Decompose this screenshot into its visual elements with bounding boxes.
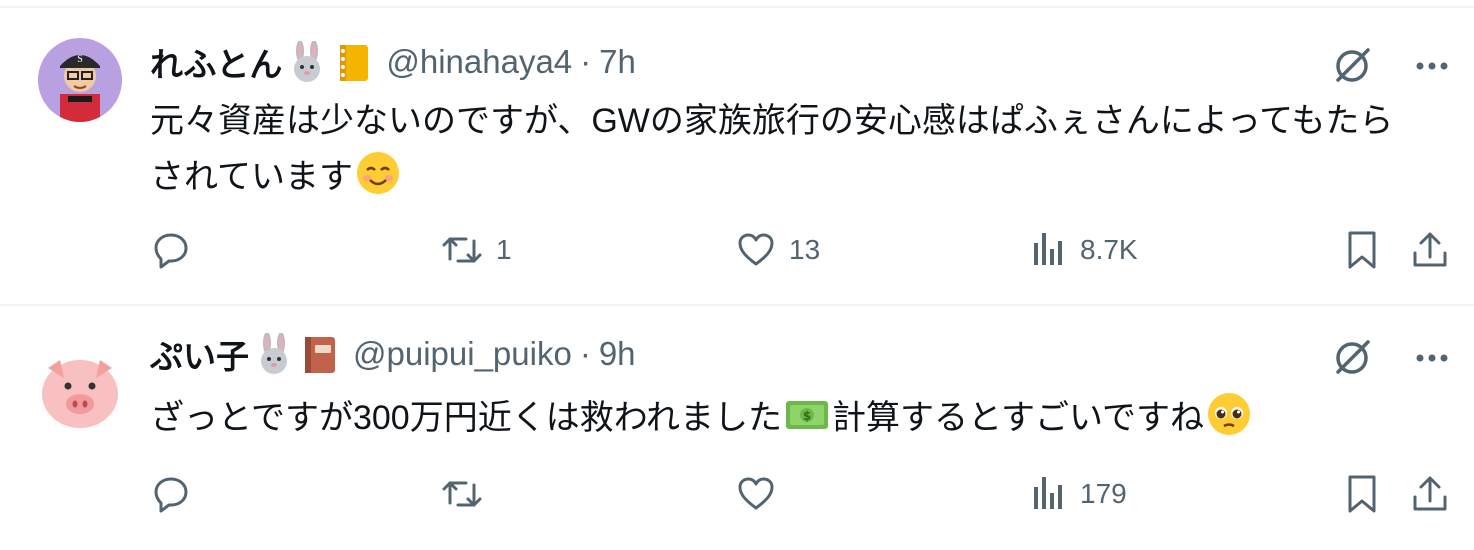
svg-text:$: $ (803, 409, 811, 423)
tweet-top-actions (1330, 334, 1450, 382)
heart-icon (738, 477, 774, 510)
tweet-text-part1: ざっとですが300万円近くは救われました (150, 399, 783, 437)
handle[interactable]: @puipui_puiko (353, 335, 572, 373)
separator: · (579, 335, 591, 372)
more-options-icon[interactable] (1414, 60, 1450, 72)
bookmark-icon (1348, 231, 1376, 269)
handle[interactable]: @hinahaya4 (386, 43, 572, 81)
grok-icon[interactable] (1330, 336, 1374, 380)
tweet-text: ざっとですが300万円近くは救われました $ 計算するとすごいですね (150, 390, 1420, 446)
views-button[interactable]: 179 (1028, 470, 1127, 518)
reply-button[interactable] (150, 470, 204, 518)
tweet-text: 元々資産は少ないのですが、GWの家族旅行の安心感はぱふぇさんによってもたらされて… (150, 93, 1420, 205)
display-name[interactable]: ぷい子 (150, 330, 249, 378)
retweet-button[interactable]: 1 (440, 226, 512, 274)
more-options-icon[interactable] (1414, 352, 1450, 364)
bookmark-button[interactable] (1344, 226, 1380, 274)
tweet-header: れふとん @hinahaya4 · 7h (150, 38, 636, 86)
grok-icon[interactable] (1330, 44, 1374, 88)
bookmark-button[interactable] (1344, 470, 1380, 518)
like-button[interactable]: 13 (735, 226, 820, 274)
smiling-face-emoji-icon (356, 152, 399, 194)
reply-icon (154, 233, 188, 269)
like-count: 13 (789, 234, 821, 265)
analytics-icon (1034, 477, 1062, 509)
rabbit-emoji-icon (261, 333, 287, 374)
heart-icon (738, 233, 774, 266)
retweet-count: 1 (496, 234, 512, 265)
share-button[interactable] (1410, 226, 1450, 274)
svg-text:S: S (77, 54, 83, 65)
share-icon (1413, 232, 1447, 267)
tweet-text-main: 元々資産は少ないのですが、GWの家族旅行の安心感はぱふぇさんによってもたらされて… (150, 102, 1394, 196)
display-name[interactable]: れふとん (150, 38, 282, 86)
tweet[interactable]: ぷい子 @puipui_puiko · 9h ざっとですが300万円近くは救われ… (0, 306, 1474, 550)
tweet-header: ぷい子 @puipui_puiko · 9h (150, 330, 636, 378)
share-icon (1413, 476, 1447, 511)
timestamp[interactable]: 7h (599, 43, 636, 81)
reply-icon (154, 477, 188, 513)
timestamp[interactable]: 9h (599, 335, 636, 373)
rabbit-emoji-icon (294, 41, 321, 82)
like-button[interactable] (735, 470, 789, 518)
money-emoji-icon: $ (786, 401, 829, 429)
tweet[interactable]: S れふとん @hinahaya4 · 7h 元々資産は少ないのですが、GWの家… (0, 8, 1474, 304)
views-count: 8.7K (1080, 234, 1138, 265)
views-button[interactable]: 8.7K (1028, 226, 1138, 274)
bookmark-icon (1348, 475, 1376, 513)
avatar[interactable] (38, 348, 122, 432)
retweet-icon (442, 237, 482, 263)
notebook-emoji-icon (340, 45, 369, 81)
retweet-button[interactable] (440, 470, 496, 518)
tweet-actions: 1 13 8.7K (150, 226, 1450, 274)
analytics-icon (1034, 233, 1062, 265)
tweet-top-actions (1330, 42, 1450, 90)
share-button[interactable] (1410, 470, 1450, 518)
pleading-face-emoji-icon (1207, 393, 1250, 435)
retweet-icon (442, 481, 482, 507)
views-count: 179 (1080, 478, 1127, 509)
tweet-actions: 179 (150, 470, 1450, 518)
avatar[interactable]: S (38, 38, 122, 122)
book-emoji-icon (305, 337, 335, 373)
separator: · (580, 43, 592, 80)
tweet-text-part2: 計算するとすごいですね (832, 399, 1204, 437)
reply-button[interactable] (150, 226, 204, 274)
